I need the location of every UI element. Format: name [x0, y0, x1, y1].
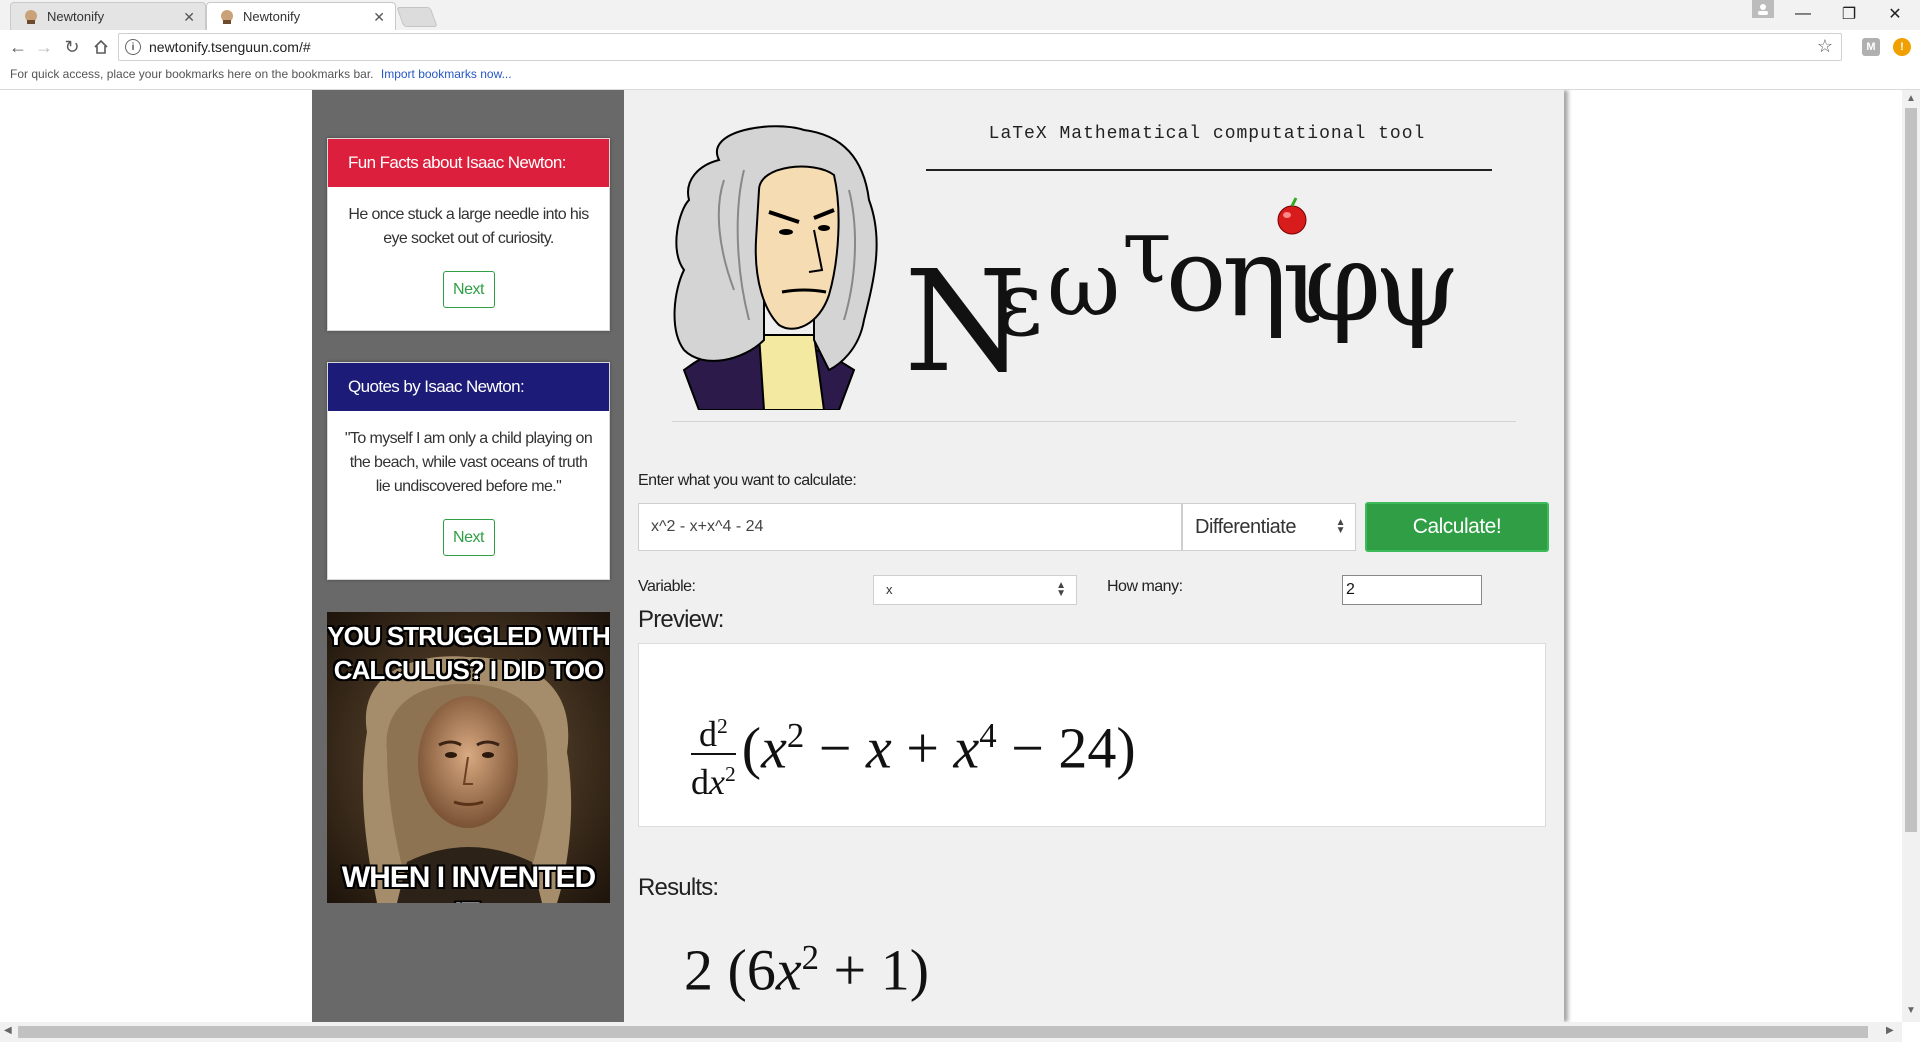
- bookmark-star-icon[interactable]: ☆: [1817, 36, 1833, 57]
- variable-select[interactable]: x ▲ ▼: [873, 575, 1077, 605]
- back-icon[interactable]: ←: [7, 36, 29, 58]
- quotes-card: Quotes by Isaac Newton: "To myself I am …: [327, 362, 610, 580]
- minimize-icon[interactable]: —: [1780, 0, 1826, 28]
- variable-label: Variable:: [638, 578, 696, 595]
- next-quote-button[interactable]: Next: [442, 519, 495, 556]
- url-text: newtonify.tsenguun.com/#: [149, 39, 311, 55]
- site-info-icon[interactable]: i: [125, 39, 141, 55]
- how-many-label: How many:: [1107, 578, 1183, 595]
- select-arrows-icon: ▲ ▼: [1056, 580, 1066, 599]
- meme-bottom-line: WHEN I INVENTED IT.: [341, 861, 596, 903]
- variable-value: x: [886, 582, 893, 597]
- extension-alert-icon[interactable]: !: [1893, 38, 1911, 56]
- tab-bar: Newtonify ✕ Newtonify ✕ — ❐ ✕: [0, 0, 1920, 30]
- tab-newtonify-1[interactable]: Newtonify ✕: [10, 2, 206, 30]
- operation-select[interactable]: Differentiate ▲ ▼: [1182, 503, 1356, 551]
- page-content: Fun Facts about Isaac Newton: He once st…: [0, 90, 1902, 1022]
- close-tab-icon[interactable]: ✕: [373, 9, 385, 26]
- vertical-scrollbar[interactable]: ▲ ▼: [1902, 90, 1920, 1022]
- tab-title: Newtonify: [47, 9, 105, 24]
- preview-heading: Preview:: [638, 606, 724, 633]
- how-many-input[interactable]: 2: [1342, 575, 1482, 605]
- reload-icon[interactable]: ↻: [61, 36, 83, 58]
- apple-icon: [1277, 205, 1307, 235]
- tab-title: Newtonify: [243, 9, 301, 24]
- newton-favicon-icon: [23, 9, 39, 25]
- fun-facts-title: Fun Facts about Isaac Newton:: [328, 139, 609, 187]
- newton-favicon-icon: [219, 9, 235, 25]
- fun-fact-text: He once stuck a large needle into his ey…: [348, 206, 589, 247]
- sidebar: Fun Facts about Isaac Newton: He once st…: [312, 90, 624, 1022]
- svg-text:τ: τ: [1122, 199, 1172, 304]
- expression-input[interactable]: x^2 - x+x^4 - 24: [638, 503, 1182, 551]
- browser-toolbar: ← → ↻ i newtonify.tsenguun.com/# ☆ M !: [0, 30, 1920, 64]
- quote-text: "To myself I am only a child playing on …: [344, 430, 593, 495]
- scroll-right-icon[interactable]: ▶: [1886, 1025, 1894, 1036]
- svg-text:ω: ω: [1047, 232, 1120, 337]
- tagline-divider: [926, 169, 1492, 171]
- input-label: Enter what you want to calculate:: [638, 472, 857, 489]
- svg-text:ε: ε: [996, 252, 1043, 357]
- close-tab-icon[interactable]: ✕: [183, 9, 195, 26]
- results-heading: Results:: [638, 874, 719, 901]
- svg-text:ο: ο: [1166, 217, 1226, 334]
- select-arrows-icon: ▲ ▼: [1335, 517, 1346, 536]
- latex-preview: d2 dx2 (x2 − x + x4 − 24): [638, 643, 1546, 827]
- calculate-button[interactable]: Calculate!: [1365, 502, 1549, 552]
- operation-value: Differentiate: [1195, 516, 1296, 538]
- horizontal-scrollbar[interactable]: ◀ ▶: [0, 1022, 1902, 1042]
- bookmarks-bar: For quick access, place your bookmarks h…: [0, 64, 1920, 90]
- next-fact-button[interactable]: Next: [442, 271, 495, 308]
- forward-icon[interactable]: →: [33, 36, 55, 58]
- newtonify-logo: Ν ε ω τ ο η ι φ ψ: [904, 197, 1460, 380]
- restore-icon[interactable]: ❐: [1826, 0, 1872, 28]
- svg-text:φ: φ: [1304, 218, 1381, 346]
- fun-facts-card: Fun Facts about Isaac Newton: He once st…: [327, 138, 610, 331]
- tagline: LaTeX Mathematical computational tool: [988, 124, 1426, 144]
- horizontal-scroll-thumb[interactable]: [18, 1026, 1868, 1038]
- new-tab-button[interactable]: [396, 7, 438, 27]
- tab-newtonify-2[interactable]: Newtonify ✕: [206, 2, 396, 30]
- profile-icon[interactable]: [1752, 0, 1774, 18]
- result-formula: 2 (6x2 + 1): [684, 937, 930, 1003]
- scroll-up-icon[interactable]: ▲: [1906, 93, 1916, 104]
- svg-text:ψ: ψ: [1374, 223, 1460, 351]
- quotes-title: Quotes by Isaac Newton:: [328, 363, 609, 411]
- svg-text:η: η: [1222, 213, 1288, 341]
- home-icon[interactable]: [90, 36, 112, 58]
- import-bookmarks-link[interactable]: Import bookmarks now...: [381, 67, 512, 81]
- meme-top-line-2: CALCULUS? I DID TOO: [333, 655, 604, 685]
- bookmarks-prompt: For quick access, place your bookmarks h…: [10, 67, 374, 81]
- main-panel: LaTeX Mathematical computational tool Ν …: [624, 90, 1564, 1022]
- newton-meme-image: YOU STRUGGLED WITH CALCULUS? I DID TOO W…: [327, 612, 610, 903]
- header-divider: [672, 421, 1516, 422]
- newton-cartoon-icon: [673, 125, 878, 410]
- address-bar[interactable]: i newtonify.tsenguun.com/# ☆: [118, 33, 1842, 61]
- scroll-down-icon[interactable]: ▼: [1906, 1005, 1916, 1016]
- preview-formula: d2 dx2 (x2 − x + x4 − 24): [691, 688, 1136, 801]
- extension-m-icon[interactable]: M: [1862, 38, 1880, 56]
- scroll-left-icon[interactable]: ◀: [4, 1025, 12, 1036]
- meme-top-line-1: YOU STRUGGLED WITH: [327, 621, 610, 651]
- vertical-scroll-thumb[interactable]: [1905, 108, 1917, 832]
- close-window-icon[interactable]: ✕: [1872, 0, 1918, 28]
